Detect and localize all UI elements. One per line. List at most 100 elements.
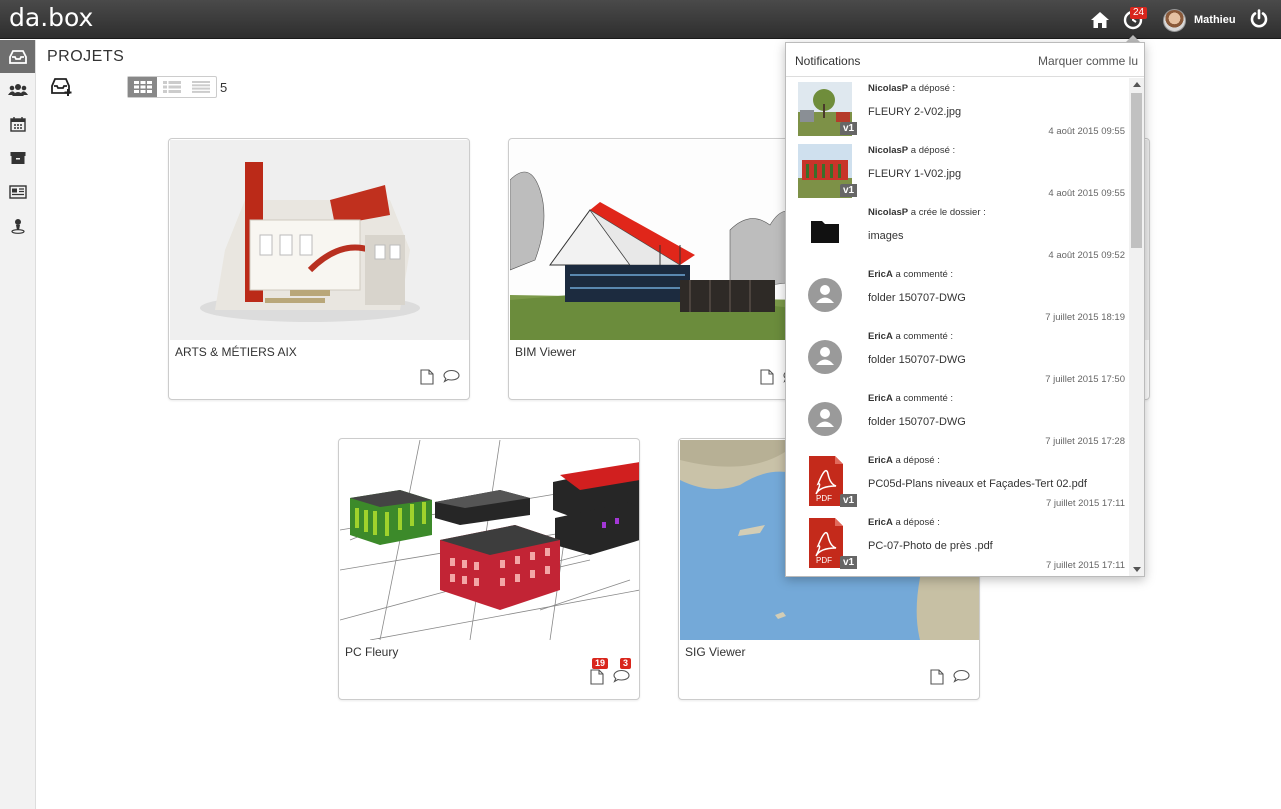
home-icon[interactable] xyxy=(1090,11,1110,29)
compact-view-button[interactable] xyxy=(187,77,216,97)
documents-badge: 19 xyxy=(591,658,608,669)
comments-button[interactable] xyxy=(953,669,970,685)
notification-item[interactable]: PDF v1 EricA a déposé : PC-07-Photo de près… xyxy=(786,512,1129,574)
notification-list: v1 NicolasP a déposé : FLEURY 2-V02.jpg 4 a… xyxy=(786,78,1129,576)
document-icon xyxy=(590,669,604,685)
projects-icon xyxy=(8,49,27,64)
archive-icon xyxy=(10,151,25,164)
documents-button[interactable] xyxy=(760,369,776,385)
power-icon[interactable] xyxy=(1249,9,1269,29)
notification-action: a déposé : xyxy=(910,145,956,156)
notification-scrollbar[interactable] xyxy=(1129,78,1144,576)
notification-panel: Notifications Marquer comme lu v1 Nicolas… xyxy=(785,42,1145,577)
sidebar-item-news[interactable] xyxy=(0,175,35,208)
scroll-up-arrow[interactable] xyxy=(1133,82,1141,87)
project-thumbnail[interactable] xyxy=(170,140,469,340)
project-thumbnail[interactable] xyxy=(510,140,809,340)
sidebar-item-users[interactable] xyxy=(0,73,35,106)
documents-button[interactable]: 19 xyxy=(590,658,608,685)
user-icon xyxy=(798,392,852,446)
view-switcher xyxy=(127,76,217,98)
notification-date: 7 juillet 2015 17:50 xyxy=(1045,374,1125,385)
user-pin-icon xyxy=(10,218,25,234)
app-logo[interactable]: da.box xyxy=(9,3,93,32)
notification-user[interactable]: NicolasP xyxy=(868,145,908,156)
notification-headline: EricA a déposé : xyxy=(868,455,940,466)
document-icon xyxy=(420,369,434,385)
comment-icon xyxy=(613,669,630,683)
project-card[interactable]: PC Fleury 19 3 xyxy=(338,438,640,700)
notification-target[interactable]: FLEURY 2-V02.jpg xyxy=(868,106,961,118)
documents-button[interactable] xyxy=(930,669,946,685)
notification-user[interactable]: EricA xyxy=(868,269,893,280)
notification-item[interactable]: PDF v1 EricA a déposé : PC05d-Plans niveaux… xyxy=(786,450,1129,512)
project-count: 5 xyxy=(220,80,228,95)
mark-as-read-link[interactable]: Marquer comme lu xyxy=(1038,54,1138,68)
news-icon xyxy=(8,184,27,199)
calendar-icon xyxy=(9,116,26,132)
sidebar-item-user-pin[interactable] xyxy=(0,209,35,242)
notification-target[interactable]: PC-07-Photo de près .pdf xyxy=(868,540,993,552)
project-title[interactable]: PC Fleury xyxy=(345,645,398,659)
comments-button[interactable]: 3 xyxy=(613,658,631,685)
notification-headline: EricA a commenté : xyxy=(868,269,953,280)
users-icon xyxy=(7,83,28,96)
notification-date: 7 juillet 2015 18:19 xyxy=(1045,312,1125,323)
notification-target[interactable]: PC05d-Plans niveaux et Façades-Tert 02.p… xyxy=(868,478,1087,490)
notification-target[interactable]: folder 150707-DWG xyxy=(868,354,966,366)
username[interactable]: Mathieu xyxy=(1194,14,1236,26)
project-title[interactable]: BIM Viewer xyxy=(515,345,576,359)
project-card[interactable]: ARTS & MÉTIERS AIX xyxy=(168,138,470,400)
notification-headline: EricA a déposé : xyxy=(868,517,940,528)
notification-user[interactable]: EricA xyxy=(868,331,893,342)
notification-headline: EricA a commenté : xyxy=(868,331,953,342)
notification-item[interactable]: EricA a commenté : folder 150707-DWG 7 jui… xyxy=(786,264,1129,326)
grid-view-button[interactable] xyxy=(128,77,158,97)
version-badge: v1 xyxy=(840,494,858,507)
scroll-thumb[interactable] xyxy=(1131,93,1142,248)
project-thumbnail[interactable] xyxy=(340,440,639,640)
notification-target[interactable]: FLEURY 1-V02.jpg xyxy=(868,168,961,180)
project-title[interactable]: SIG Viewer xyxy=(685,645,745,659)
notification-action: a commenté : xyxy=(895,331,954,342)
sidebar xyxy=(0,40,36,809)
notification-action: a commenté : xyxy=(895,393,954,404)
notification-action: a déposé : xyxy=(910,83,956,94)
notification-action: a crée le dossier : xyxy=(910,207,986,218)
notification-item[interactable]: v1 NicolasP a déposé : FLEURY 1-V02.jpg 4 a… xyxy=(786,140,1129,202)
notification-user[interactable]: NicolasP xyxy=(868,207,908,218)
notification-target[interactable]: images xyxy=(868,230,903,242)
notification-caret xyxy=(1126,35,1140,42)
top-bar: da.box xyxy=(0,0,1281,39)
project-card[interactable]: BIM Viewer xyxy=(508,138,810,400)
notification-item[interactable]: v1 NicolasP a déposé : FLEURY 2-V02.jpg 4 a… xyxy=(786,78,1129,140)
documents-button[interactable] xyxy=(420,369,436,385)
notification-user[interactable]: EricA xyxy=(868,393,893,404)
user-icon xyxy=(798,330,852,384)
document-icon xyxy=(760,369,774,385)
notification-target[interactable]: folder 150707-DWG xyxy=(868,292,966,304)
comment-icon xyxy=(953,669,970,683)
folder-icon xyxy=(798,206,852,260)
scroll-down-arrow[interactable] xyxy=(1133,567,1141,572)
notification-user[interactable]: EricA xyxy=(868,455,893,466)
notification-user[interactable]: NicolasP xyxy=(868,83,908,94)
project-actions xyxy=(930,669,970,685)
notification-item[interactable]: NicolasP a crée le dossier : images 4 août… xyxy=(786,202,1129,264)
list-icon xyxy=(162,81,181,93)
notification-item[interactable]: EricA a commenté : folder 150707-DWG 7 jui… xyxy=(786,388,1129,450)
project-title[interactable]: ARTS & MÉTIERS AIX xyxy=(175,345,297,359)
add-project-icon[interactable] xyxy=(51,77,73,97)
notification-target[interactable]: folder 150707-DWG xyxy=(868,416,966,428)
notification-action: a commenté : xyxy=(895,269,954,280)
sidebar-item-archive[interactable] xyxy=(0,141,35,174)
notification-item[interactable]: EricA a commenté : folder 150707-DWG 7 jui… xyxy=(786,326,1129,388)
notification-action: a déposé : xyxy=(895,455,940,466)
sidebar-item-calendar[interactable] xyxy=(0,107,35,140)
sidebar-item-projects[interactable] xyxy=(0,40,35,73)
user-icon xyxy=(798,268,852,322)
notification-user[interactable]: EricA xyxy=(868,517,893,528)
list-view-button[interactable] xyxy=(157,77,186,97)
comments-button[interactable] xyxy=(443,369,460,385)
user-avatar[interactable] xyxy=(1163,9,1186,32)
